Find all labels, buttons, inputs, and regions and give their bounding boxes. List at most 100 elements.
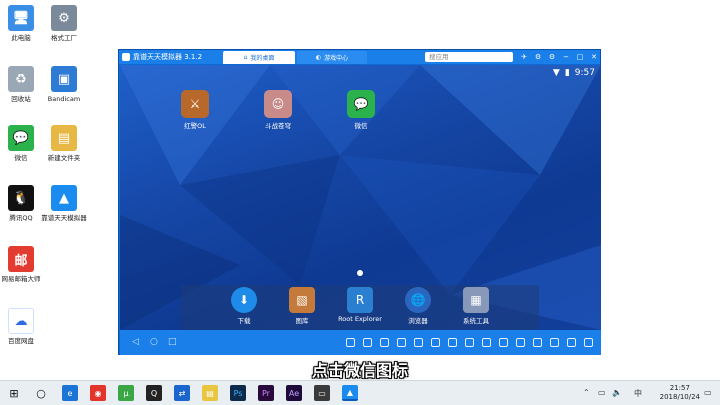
dock-app-label: 浏览器 xyxy=(408,317,428,325)
teamviewer-icon[interactable]: ⇄ xyxy=(174,385,190,401)
desktop-icon-emulator[interactable]: ▲ 靠谱天天模拟器 xyxy=(35,185,93,222)
video-subtitle: 点击微信图标 xyxy=(311,361,408,380)
ime-indicator[interactable]: 中 xyxy=(634,388,642,399)
dock-app-label: 图库 xyxy=(295,317,309,325)
dock-app-browser[interactable]: 🌐 浏览器 xyxy=(392,287,444,325)
gallery-icon: ▧ xyxy=(289,287,315,313)
multi-window-icon[interactable] xyxy=(550,338,559,347)
wechat-icon: 💬 xyxy=(347,90,375,118)
emulator-logo-icon xyxy=(122,53,130,61)
windows-start-icon[interactable]: ⊞ xyxy=(6,385,22,401)
taskbar-clock[interactable]: 21:57 2018/10/24 xyxy=(660,384,700,402)
desktop-icon-label: 新建文件夹 xyxy=(47,154,81,162)
dock-app-label: Root Explorer xyxy=(338,315,382,323)
rotate-icon[interactable] xyxy=(431,338,440,347)
shake-icon[interactable] xyxy=(380,338,389,347)
emulator-toolbar: ◁ ○ □ xyxy=(120,330,601,355)
sticky-notes-icon[interactable]: ▤ xyxy=(202,385,218,401)
fullscreen-icon[interactable] xyxy=(567,338,576,347)
speaker-icon[interactable]: 🔈 xyxy=(612,388,622,397)
taskbar-time: 21:57 xyxy=(669,384,690,392)
recycle-bin-icon: ♻ xyxy=(8,66,34,92)
folder-tool-icon[interactable] xyxy=(414,338,423,347)
dock-app-label: 系统工具 xyxy=(463,317,489,325)
photoshop-icon[interactable]: Ps xyxy=(230,385,246,401)
after-effects-icon[interactable]: Ae xyxy=(286,385,302,401)
volume-down-icon[interactable] xyxy=(346,338,355,347)
screenshot-icon[interactable] xyxy=(397,338,406,347)
tab-label: 游戏中心 xyxy=(324,55,349,62)
app-red-alert[interactable]: ⚔ 红警OL xyxy=(171,90,219,130)
page-indicator xyxy=(357,270,363,276)
status-time: 9:57 xyxy=(574,68,595,78)
location-icon[interactable] xyxy=(482,338,491,347)
folder-icon: ▤ xyxy=(51,125,77,151)
settings-icon[interactable]: ✈ xyxy=(519,52,529,62)
display-icon[interactable] xyxy=(584,338,593,347)
premiere-icon[interactable]: Pr xyxy=(258,385,274,401)
back-icon[interactable]: ◁ xyxy=(132,337,139,347)
app-dou-zhan-cang-qiong[interactable]: ☺ 斗战苍穹 xyxy=(254,90,302,130)
weibo-icon[interactable]: ◉ xyxy=(90,385,106,401)
desktop-icon-label: 腾讯QQ xyxy=(9,214,33,222)
record-icon[interactable] xyxy=(516,338,525,347)
wifi-icon: ▼ xyxy=(552,68,560,78)
home-icon: ⌂ xyxy=(243,54,248,61)
app-dock: ⬇ 下载 ▧ 图库 R Root Explorer 🌐 浏览器 ▦ 系统工具 xyxy=(181,285,539,330)
windows-taskbar: ⊞ ○ e ◉ µ Q ⇄ ▤ Ps Pr Ae ▭ ▲ ⌃ ▭ 🔈 中 21:… xyxy=(0,380,720,405)
camera-icon[interactable] xyxy=(533,338,542,347)
app-label: 微信 xyxy=(354,122,368,130)
qq-taskbar-icon[interactable]: Q xyxy=(146,385,162,401)
wechat-icon: 💬 xyxy=(8,125,34,151)
utorrent-icon[interactable]: µ xyxy=(118,385,134,401)
recents-icon[interactable]: □ xyxy=(168,337,177,347)
android-screen[interactable]: ▼ ▮ 9:57 ⚔ 红警OL ☺ 斗战苍穹 💬 微信 ⬇ 下载 ▧ 图库 R … xyxy=(120,65,601,330)
tab-game-center[interactable]: ◐ 游戏中心 xyxy=(297,51,367,64)
browser-icon: 🌐 xyxy=(405,287,431,313)
app-wechat[interactable]: 💬 微信 xyxy=(337,90,385,130)
desktop-icon-baidu-netdisk[interactable]: ☁ 百度网盘 xyxy=(0,308,50,345)
android-status-bar: ▼ ▮ 9:57 xyxy=(553,68,595,78)
maximize-icon[interactable]: □ xyxy=(575,52,585,62)
emulator-icon: ▲ xyxy=(51,185,77,211)
app-label: 红警OL xyxy=(184,122,206,130)
root-explorer-icon: R xyxy=(347,287,373,313)
desktop-icon-format-factory[interactable]: ⚙ 格式工厂 xyxy=(35,5,93,42)
menu-icon[interactable]: ⚙ xyxy=(533,52,543,62)
qq-icon: 🐧 xyxy=(8,185,34,211)
dock-app-download[interactable]: ⬇ 下载 xyxy=(218,287,270,325)
dock-app-gallery[interactable]: ▧ 图库 xyxy=(276,287,328,325)
desktop-icon-new-folder[interactable]: ▤ 新建文件夹 xyxy=(35,125,93,162)
app-label: 斗战苍穹 xyxy=(265,122,291,130)
desktop-icon-bandicam[interactable]: ▣ Bandicam xyxy=(35,66,93,103)
install-apk-icon[interactable] xyxy=(499,338,508,347)
home-nav-icon[interactable]: ○ xyxy=(150,337,158,347)
dock-app-root-explorer[interactable]: R Root Explorer xyxy=(334,287,386,323)
tab-label: 我的桌面 xyxy=(250,55,275,62)
search-input[interactable]: 搜应用 xyxy=(425,52,513,62)
desktop-icon-label: 靠谱天天模拟器 xyxy=(41,214,87,222)
dock-app-system-tools[interactable]: ▦ 系统工具 xyxy=(450,287,502,325)
edge-icon[interactable]: e xyxy=(62,385,78,401)
emulator-taskbar-icon[interactable]: ▲ xyxy=(342,385,358,401)
taskbar-date: 2018/10/24 xyxy=(659,393,700,401)
emulator-window: 靠谱天天模拟器 3.1.2 ⌂ 我的桌面 ◐ 游戏中心 搜应用 ✈ ⚙ ⚙ − … xyxy=(118,49,601,355)
battery-icon: ▮ xyxy=(564,68,570,78)
tab-my-desktop[interactable]: ⌂ 我的桌面 xyxy=(223,51,295,64)
notification-icon[interactable]: ▭ xyxy=(704,388,712,397)
keyboard-icon[interactable] xyxy=(448,338,457,347)
desktop-icon-mail-master[interactable]: 邮 网易邮箱大师 xyxy=(0,246,50,283)
close-icon[interactable]: ✕ xyxy=(589,52,599,62)
file-window-icon[interactable]: ▭ xyxy=(314,385,330,401)
tray-chevron-icon[interactable]: ⌃ xyxy=(583,388,590,397)
desktop-icon-label: Bandicam xyxy=(47,95,81,103)
desktop-icon-label: 微信 xyxy=(14,154,28,162)
red-alert-icon: ⚔ xyxy=(181,90,209,118)
gear-icon[interactable]: ⚙ xyxy=(547,52,557,62)
desktop-icon-label: 此电脑 xyxy=(11,34,31,42)
volume-up-icon[interactable] xyxy=(363,338,372,347)
minimize-icon[interactable]: − xyxy=(561,52,571,62)
gamepad-icon[interactable] xyxy=(465,338,474,347)
cortana-icon[interactable]: ○ xyxy=(33,385,49,401)
network-icon[interactable]: ▭ xyxy=(598,388,606,397)
